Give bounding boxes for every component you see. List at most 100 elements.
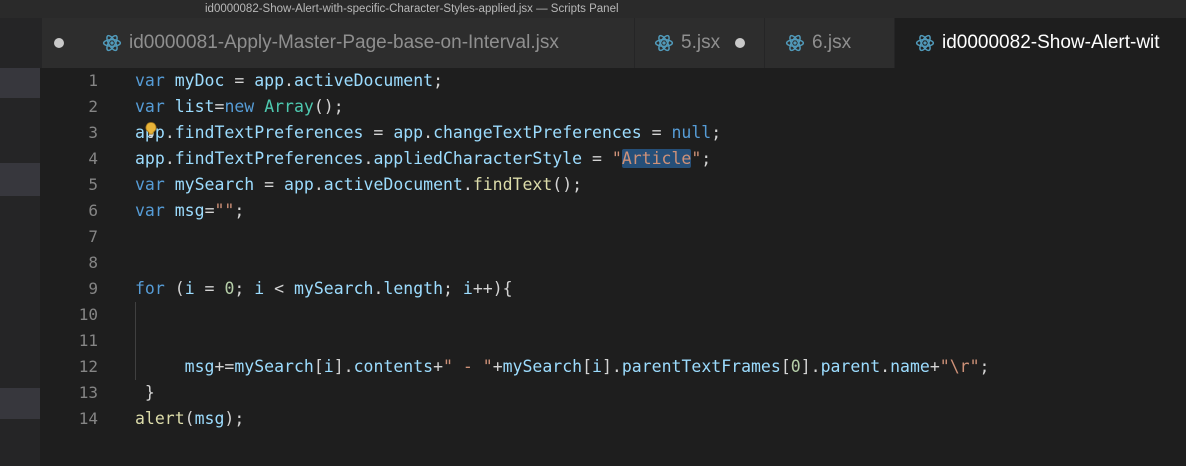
tab-bar-left-strip (0, 18, 42, 68)
code-token: findTextPreferences (174, 123, 364, 142)
code-token: activeDocument (323, 175, 463, 194)
search-highlight: Article (621, 149, 692, 168)
code-token: "\r" (939, 357, 980, 376)
code-line[interactable]: alert(msg); (135, 406, 989, 432)
code-token: changeTextPreferences (433, 123, 642, 142)
code-token: + (492, 357, 503, 376)
code-token: . (880, 357, 891, 376)
code-token: i (323, 357, 334, 376)
code-line[interactable]: var list=new Array(); (135, 94, 989, 120)
code-token: = (204, 201, 215, 220)
line-number: 2 (88, 97, 98, 116)
code-token: . (363, 149, 374, 168)
code-line[interactable]: var msg=""; (135, 198, 989, 224)
unsaved-dot-icon[interactable] (54, 38, 64, 48)
code-token: msg (194, 409, 225, 428)
code-line[interactable] (135, 302, 989, 328)
code-token: ); (224, 409, 245, 428)
code-token: = (194, 279, 225, 298)
code-token: ]. (601, 357, 622, 376)
tab-6-jsx[interactable]: 6.jsx (765, 18, 895, 68)
code-line[interactable] (135, 224, 989, 250)
line-number: 6 (88, 201, 98, 220)
tab-5-jsx[interactable]: 5.jsx (635, 18, 765, 68)
sidebar-item[interactable] (0, 68, 40, 98)
line-number: 3 (88, 123, 98, 142)
code-token: ]. (333, 357, 354, 376)
line-number: 9 (88, 279, 98, 298)
lightbulb-icon[interactable] (143, 121, 159, 139)
code-token: ; (234, 201, 245, 220)
code-token: findTextPreferences (174, 149, 364, 168)
tab-label: id0000082-Show-Alert-wit (942, 32, 1160, 53)
code-token: " - " (443, 357, 493, 376)
tab-show-alert-active[interactable]: id0000082-Show-Alert-wit (895, 18, 1186, 68)
unsaved-dot-icon[interactable] (735, 38, 746, 48)
code-line[interactable]: app.findTextPreferences = app.changeText… (135, 120, 989, 146)
code-token: app (254, 71, 285, 90)
line-number: 11 (78, 331, 98, 350)
code-token: ; (711, 123, 722, 142)
code-token: app (393, 123, 424, 142)
code-line[interactable] (135, 328, 989, 354)
sidebar-item[interactable] (0, 388, 40, 419)
code-token: msg (184, 357, 215, 376)
code-token: += (214, 357, 235, 376)
code-token: activeDocument (293, 71, 434, 90)
code-token: ; (701, 149, 712, 168)
code-token: 0 (790, 357, 801, 376)
code-token: i (592, 357, 602, 376)
code-token: var (135, 71, 165, 90)
tab-label: 6.jsx (812, 32, 852, 53)
code-line[interactable] (135, 250, 989, 276)
code-token: appliedCharacterStyle (373, 149, 583, 168)
indent-guide (135, 302, 136, 380)
code-line[interactable]: for (i = 0; i < mySearch.length; i++){ (135, 276, 989, 302)
react-atom-icon (102, 34, 122, 52)
code-token: [ (582, 357, 593, 376)
code-token: " (611, 149, 622, 168)
code-token: < (264, 279, 294, 298)
code-token: (); (552, 175, 583, 194)
code-token: 0 (224, 279, 235, 298)
code-token: mySearch (294, 279, 374, 298)
code-token: parentTextFrames (621, 357, 781, 376)
line-number: 5 (88, 175, 98, 194)
code-token: . (373, 279, 384, 298)
tab-apply-master-page[interactable]: id0000081-Apply-Master-Page-base-on-Inte… (42, 18, 635, 68)
sidebar-panel (0, 68, 40, 466)
line-number: 10 (78, 305, 98, 324)
code-token: app (284, 175, 314, 194)
react-atom-icon (654, 34, 674, 52)
code-token: for (135, 279, 165, 298)
code-line[interactable]: } (135, 380, 989, 406)
code-line[interactable]: msg+=mySearch[i].contents+" - "+mySearch… (135, 354, 990, 380)
line-number: 8 (88, 253, 98, 272)
react-atom-icon (785, 34, 805, 52)
code-line[interactable]: var myDoc = app.activeDocument; (135, 68, 989, 94)
code-token: . (164, 149, 175, 168)
react-atom-icon (915, 34, 935, 52)
code-token: myDoc (174, 71, 225, 90)
code-line[interactable]: app.findTextPreferences.appliedCharacter… (135, 146, 989, 172)
code-token: var (135, 97, 165, 116)
code-token: + (433, 357, 444, 376)
sidebar-item[interactable] (0, 163, 40, 196)
code-token: name (890, 357, 930, 376)
code-line[interactable]: var mySearch = app.activeDocument.findTe… (135, 172, 989, 198)
code-token: "" (214, 201, 235, 220)
line-number-gutter: 1 2 3 4 5 6 7 8 9 10 11 12 13 14 (40, 68, 100, 466)
code-token: = (582, 149, 612, 168)
code-token: ( (164, 279, 185, 298)
code-token: alert (135, 409, 185, 428)
code-editor[interactable]: var myDoc = app.activeDocument; var list=… (135, 68, 989, 432)
code-token: = (254, 175, 285, 194)
code-token: ( (184, 409, 195, 428)
code-token: . (164, 123, 175, 142)
code-token: ; (979, 357, 990, 376)
